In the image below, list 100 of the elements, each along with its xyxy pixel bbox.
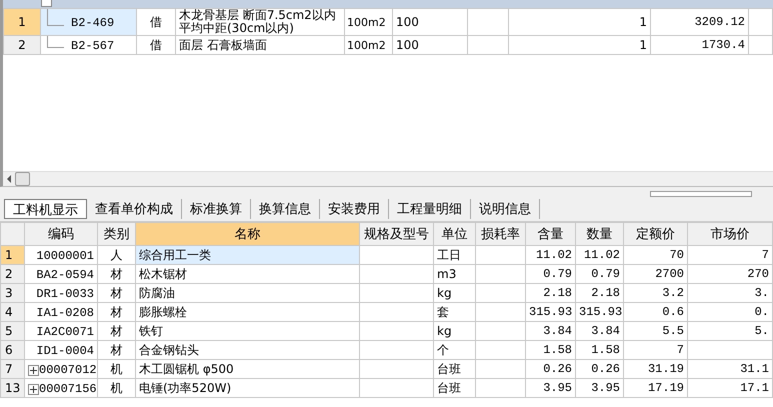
category-cell: 材: [98, 284, 136, 302]
quantity-cell: 1.58: [576, 340, 624, 360]
quota-price-cell: 70: [624, 246, 688, 264]
name-cell: 防腐油: [136, 284, 360, 302]
tab[interactable]: 标准换算: [182, 199, 251, 219]
content-cell: 2.18: [526, 284, 576, 302]
category-cell: 材: [98, 340, 136, 360]
category-cell: 机: [98, 360, 136, 378]
market-price-cell: 7: [688, 246, 772, 264]
unit-cell: m3: [434, 264, 476, 284]
market-price-cell: 31.1: [688, 360, 772, 378]
row-number[interactable]: 2: [4, 36, 40, 54]
tab[interactable]: 工料机显示: [4, 199, 87, 219]
column-header[interactable]: 损耗率: [476, 222, 526, 246]
loss-rate-cell: [476, 360, 526, 378]
content-cell: 0.79: [526, 264, 576, 284]
splitter-handle[interactable]: [650, 191, 752, 197]
loss-rate-cell: [476, 246, 526, 264]
quantity-cell: 3.95: [576, 378, 624, 398]
row-number[interactable]: 5: [0, 322, 24, 340]
content-cell: 3.95: [526, 378, 576, 398]
quantity-cell: 2.18: [576, 284, 624, 302]
column-header[interactable]: 单位: [434, 222, 476, 246]
unit-cell: 台班: [434, 360, 476, 378]
unit-cell: 套: [434, 302, 476, 322]
tab[interactable]: 查看单价构成: [87, 199, 182, 219]
column-header[interactable]: 市场价: [688, 222, 772, 246]
code-cell: IA2C0071: [24, 322, 98, 340]
row-number[interactable]: 13: [0, 378, 24, 398]
tab[interactable]: 说明信息: [471, 199, 540, 219]
content-cell: 11.02: [526, 246, 576, 264]
content-cell: 315.93: [526, 302, 576, 322]
content-cell: 3.84: [526, 322, 576, 340]
horizontal-scrollbar[interactable]: [3, 171, 773, 186]
name-cell: 松木锯材: [136, 264, 360, 284]
content-cell: 1.58: [526, 340, 576, 360]
code-cell: B2-469: [40, 8, 136, 36]
quantity-cell: 0.79: [576, 264, 624, 284]
column-header[interactable]: 数量: [576, 222, 624, 246]
tab[interactable]: 工程量明细: [389, 199, 471, 219]
left-arrow-icon[interactable]: [7, 175, 11, 183]
column-header[interactable]: 含量: [526, 222, 576, 246]
code-cell: BA2-0594: [24, 264, 98, 284]
loss-rate-cell: [476, 284, 526, 302]
quota-price-cell: 2700: [624, 264, 688, 284]
table-cell: 1: [508, 8, 650, 36]
code-cell: 00007012: [24, 360, 98, 378]
quantity-cell: 11.02: [576, 246, 624, 264]
row-number[interactable]: 4: [0, 302, 24, 322]
quota-price-cell: 5.5: [624, 322, 688, 340]
row-number[interactable]: 1: [4, 8, 40, 36]
row-number[interactable]: 7: [0, 360, 24, 378]
type-cell: 借: [136, 8, 176, 36]
content-cell: 0.26: [526, 360, 576, 378]
name-cell: 膨胀螺栓: [136, 302, 360, 322]
tree-line-icon: [47, 36, 64, 48]
quantity-cell: 100: [392, 8, 468, 36]
loss-rate-cell: [476, 340, 526, 360]
column-header[interactable]: 定额价: [624, 222, 688, 246]
table-cell: [468, 8, 508, 36]
category-cell: 材: [98, 264, 136, 284]
category-cell: 材: [98, 302, 136, 322]
loss-rate-cell: [476, 264, 526, 284]
code-cell: DR1-0033: [24, 284, 98, 302]
column-header[interactable]: 编码: [24, 222, 98, 246]
quota-price-cell: 31.19: [624, 360, 688, 378]
unit-cell: kg: [434, 322, 476, 340]
code-cell: IA1-0208: [24, 302, 98, 322]
quantity-cell: 100: [392, 36, 468, 54]
market-price-cell: 3.: [688, 284, 772, 302]
unit-cell: 个: [434, 340, 476, 360]
unit-cell: 100m2: [344, 8, 392, 36]
unit-cell: kg: [434, 284, 476, 302]
row-number[interactable]: 2: [0, 264, 24, 284]
quota-price-cell: 7: [624, 340, 688, 360]
row-number[interactable]: 3: [0, 284, 24, 302]
loss-rate-cell: [476, 302, 526, 322]
expand-plus-icon[interactable]: [28, 384, 39, 394]
row-number[interactable]: 6: [0, 340, 24, 360]
column-header[interactable]: 类别: [98, 222, 136, 246]
unit-cell: 工日: [434, 246, 476, 264]
column-header[interactable]: 规格及型号: [360, 222, 434, 246]
tab[interactable]: 安装费用: [320, 199, 389, 219]
quota-price-cell: 3.2: [624, 284, 688, 302]
unit-cell: 100m2: [344, 36, 392, 54]
market-price-cell: 17.1: [688, 378, 772, 398]
price-cell: 1730.4: [650, 36, 748, 54]
quantity-cell: 3.84: [576, 322, 624, 340]
loss-rate-cell: [476, 378, 526, 398]
column-header[interactable]: 名称: [136, 222, 360, 246]
code-cell: ID1-0004: [24, 340, 98, 360]
quota-price-cell: 17.19: [624, 378, 688, 398]
name-cell: 合金钢钻头: [136, 340, 360, 360]
category-cell: 机: [98, 378, 136, 398]
expand-plus-icon[interactable]: [28, 364, 39, 376]
row-number[interactable]: 1: [0, 246, 24, 264]
scroll-thumb[interactable]: [15, 172, 30, 186]
loss-rate-cell: [476, 322, 526, 340]
tab[interactable]: 换算信息: [251, 199, 320, 219]
market-price-cell: 270: [688, 264, 772, 284]
